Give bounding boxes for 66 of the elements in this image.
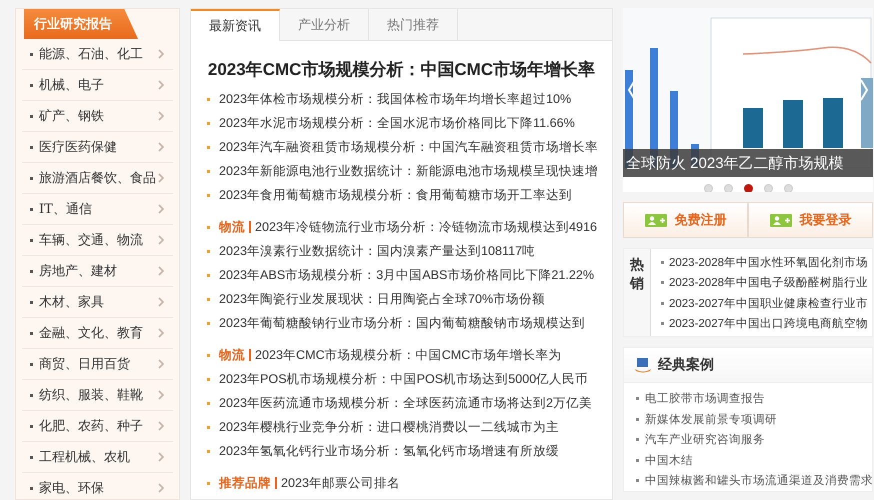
category-link[interactable]: 化肥、农药、种子 (39, 417, 158, 435)
add-user-icon (770, 214, 792, 227)
category-link[interactable]: IT、通信 (39, 200, 158, 218)
news-link[interactable]: 2023年陶瓷行业发展现状：日用陶瓷占全球70%市场份额 (219, 290, 546, 308)
case-link[interactable]: 新媒体发展前景专项调研 (645, 412, 777, 427)
hot-label: 热销 (624, 248, 651, 336)
case-link[interactable]: 汽车产业研究咨询服务 (645, 432, 765, 448)
chevron-icon (158, 452, 165, 462)
chevron-icon (158, 390, 165, 400)
case-link[interactable]: 中国辣椒酱和罐头市场流通渠道及消费需求 (645, 473, 873, 488)
chevron-icon (158, 111, 165, 121)
slide-caption[interactable]: 全球防火 2023年乙二醇市场规模 (623, 149, 873, 177)
news-link[interactable]: 2023年葡萄糖酸钠行业市场分析：国内葡萄糖酸钠市场规模达到 (219, 314, 586, 332)
news-link[interactable]: 2023年POS机市场规模分析：中国POS机市场达到5000亿人民币 (219, 370, 588, 388)
news-link[interactable]: 2023年食用葡萄糖市场规模分析：食用葡萄糖市场开工率达到 (219, 186, 572, 204)
report-link[interactable]: 2023-2028年中国水性环氧固化剂市场 (669, 254, 868, 270)
report-link[interactable]: 2023-2027年中国出口跨境电商航空物 (669, 316, 868, 332)
chevron-icon (158, 483, 165, 493)
report-link[interactable]: 2023-2028年中国电子级酚醛树脂行业 (669, 275, 868, 290)
category-link[interactable]: 能源、石油、化工 (39, 45, 158, 63)
category-link[interactable]: 纺织、服装、鞋靴 (39, 386, 158, 404)
news-link[interactable]: 2023年体检市场规模分析：我国体检市场年均增长率超过10% (219, 90, 572, 108)
chevron-icon (158, 49, 165, 59)
case-link[interactable]: 中国木结 (645, 452, 693, 468)
category-link[interactable]: 金融、文化、教育 (39, 324, 158, 342)
report-link[interactable]: 2023-2027年中国职业健康检查行业市 (669, 296, 868, 311)
news-link[interactable]: 2023年冷链物流行业市场分析：冷链物流市场规模达到4916 (255, 218, 598, 236)
section-header: 行业研究报告 (24, 9, 138, 39)
category-link[interactable]: 商贸、日用百货 (39, 355, 158, 373)
headline[interactable]: 2023年CMC市场规模分析：中国CMC市场年增长率 (191, 58, 612, 81)
news-link[interactable]: 2023年邮票公司排名 (281, 474, 400, 492)
category-link[interactable]: 家电、环保 (39, 479, 158, 497)
category-link[interactable]: 旅游酒店餐饮、食品 (39, 169, 158, 187)
tab[interactable]: 产业分析 (280, 9, 369, 40)
chevron-icon (158, 359, 165, 369)
news-link[interactable]: 2023年汽车融资租赁市场规模分析：中国汽车融资租赁市场增长率 (219, 138, 598, 156)
category-link[interactable]: 房地产、建材 (39, 262, 158, 280)
chevron-icon (158, 142, 165, 152)
news-link[interactable]: 2023年水泥市场规模分析：全国水泥市场价格同比下降11.66% (219, 114, 575, 132)
chevron-icon (158, 297, 165, 307)
chevron-icon (158, 204, 165, 214)
chevron-icon (158, 80, 165, 90)
news-link[interactable]: 2023年溴素行业数据统计：国内溴素产量达到108117吨 (219, 242, 536, 260)
category-link[interactable]: 工程机械、农机 (39, 448, 158, 466)
news-link[interactable]: 2023年新能源电池行业数据统计：新能源电池市场规模呈现快速增 (219, 162, 598, 180)
news-link[interactable]: 2023年樱桃行业竞争分析：进口樱桃消费以一二线城市为主 (219, 418, 560, 436)
category-link[interactable]: 机械、电子 (39, 76, 158, 94)
category-link[interactable]: 矿产、钢铁 (39, 107, 158, 125)
chevron-icon (158, 266, 165, 276)
slide-dot[interactable] (744, 184, 752, 192)
chevron-icon (158, 235, 165, 245)
case-link[interactable]: 电工胶带市场调查报告 (645, 391, 765, 406)
category-link[interactable]: 木材、家具 (39, 293, 158, 311)
tab[interactable]: 热门推荐 (369, 9, 458, 40)
news-link[interactable]: 2023年ABS市场规模分析：3月中国ABS市场价格同比下降21.22% (219, 266, 594, 284)
chevron-icon (158, 421, 165, 431)
news-link[interactable]: 2023年CMC市场规模分析：中国CMC市场年增长率为 (255, 346, 562, 364)
category-link[interactable]: 医疗医药保健 (39, 138, 158, 156)
section-title: 经典案例 (658, 356, 714, 374)
news-link[interactable]: 2023年氢氧化钙行业市场分析：氢氧化钙市场增速有所放缓 (219, 442, 560, 460)
news-link[interactable]: 2023年医药流通市场规模分析：全球医药流通市场将达到2万亿美 (219, 394, 592, 412)
chevron-icon (158, 328, 165, 338)
tab[interactable]: 最新资讯 (191, 9, 280, 41)
chevron-icon (158, 173, 165, 183)
add-user-icon (644, 214, 666, 227)
category-link[interactable]: 车辆、交通、物流 (39, 231, 158, 249)
